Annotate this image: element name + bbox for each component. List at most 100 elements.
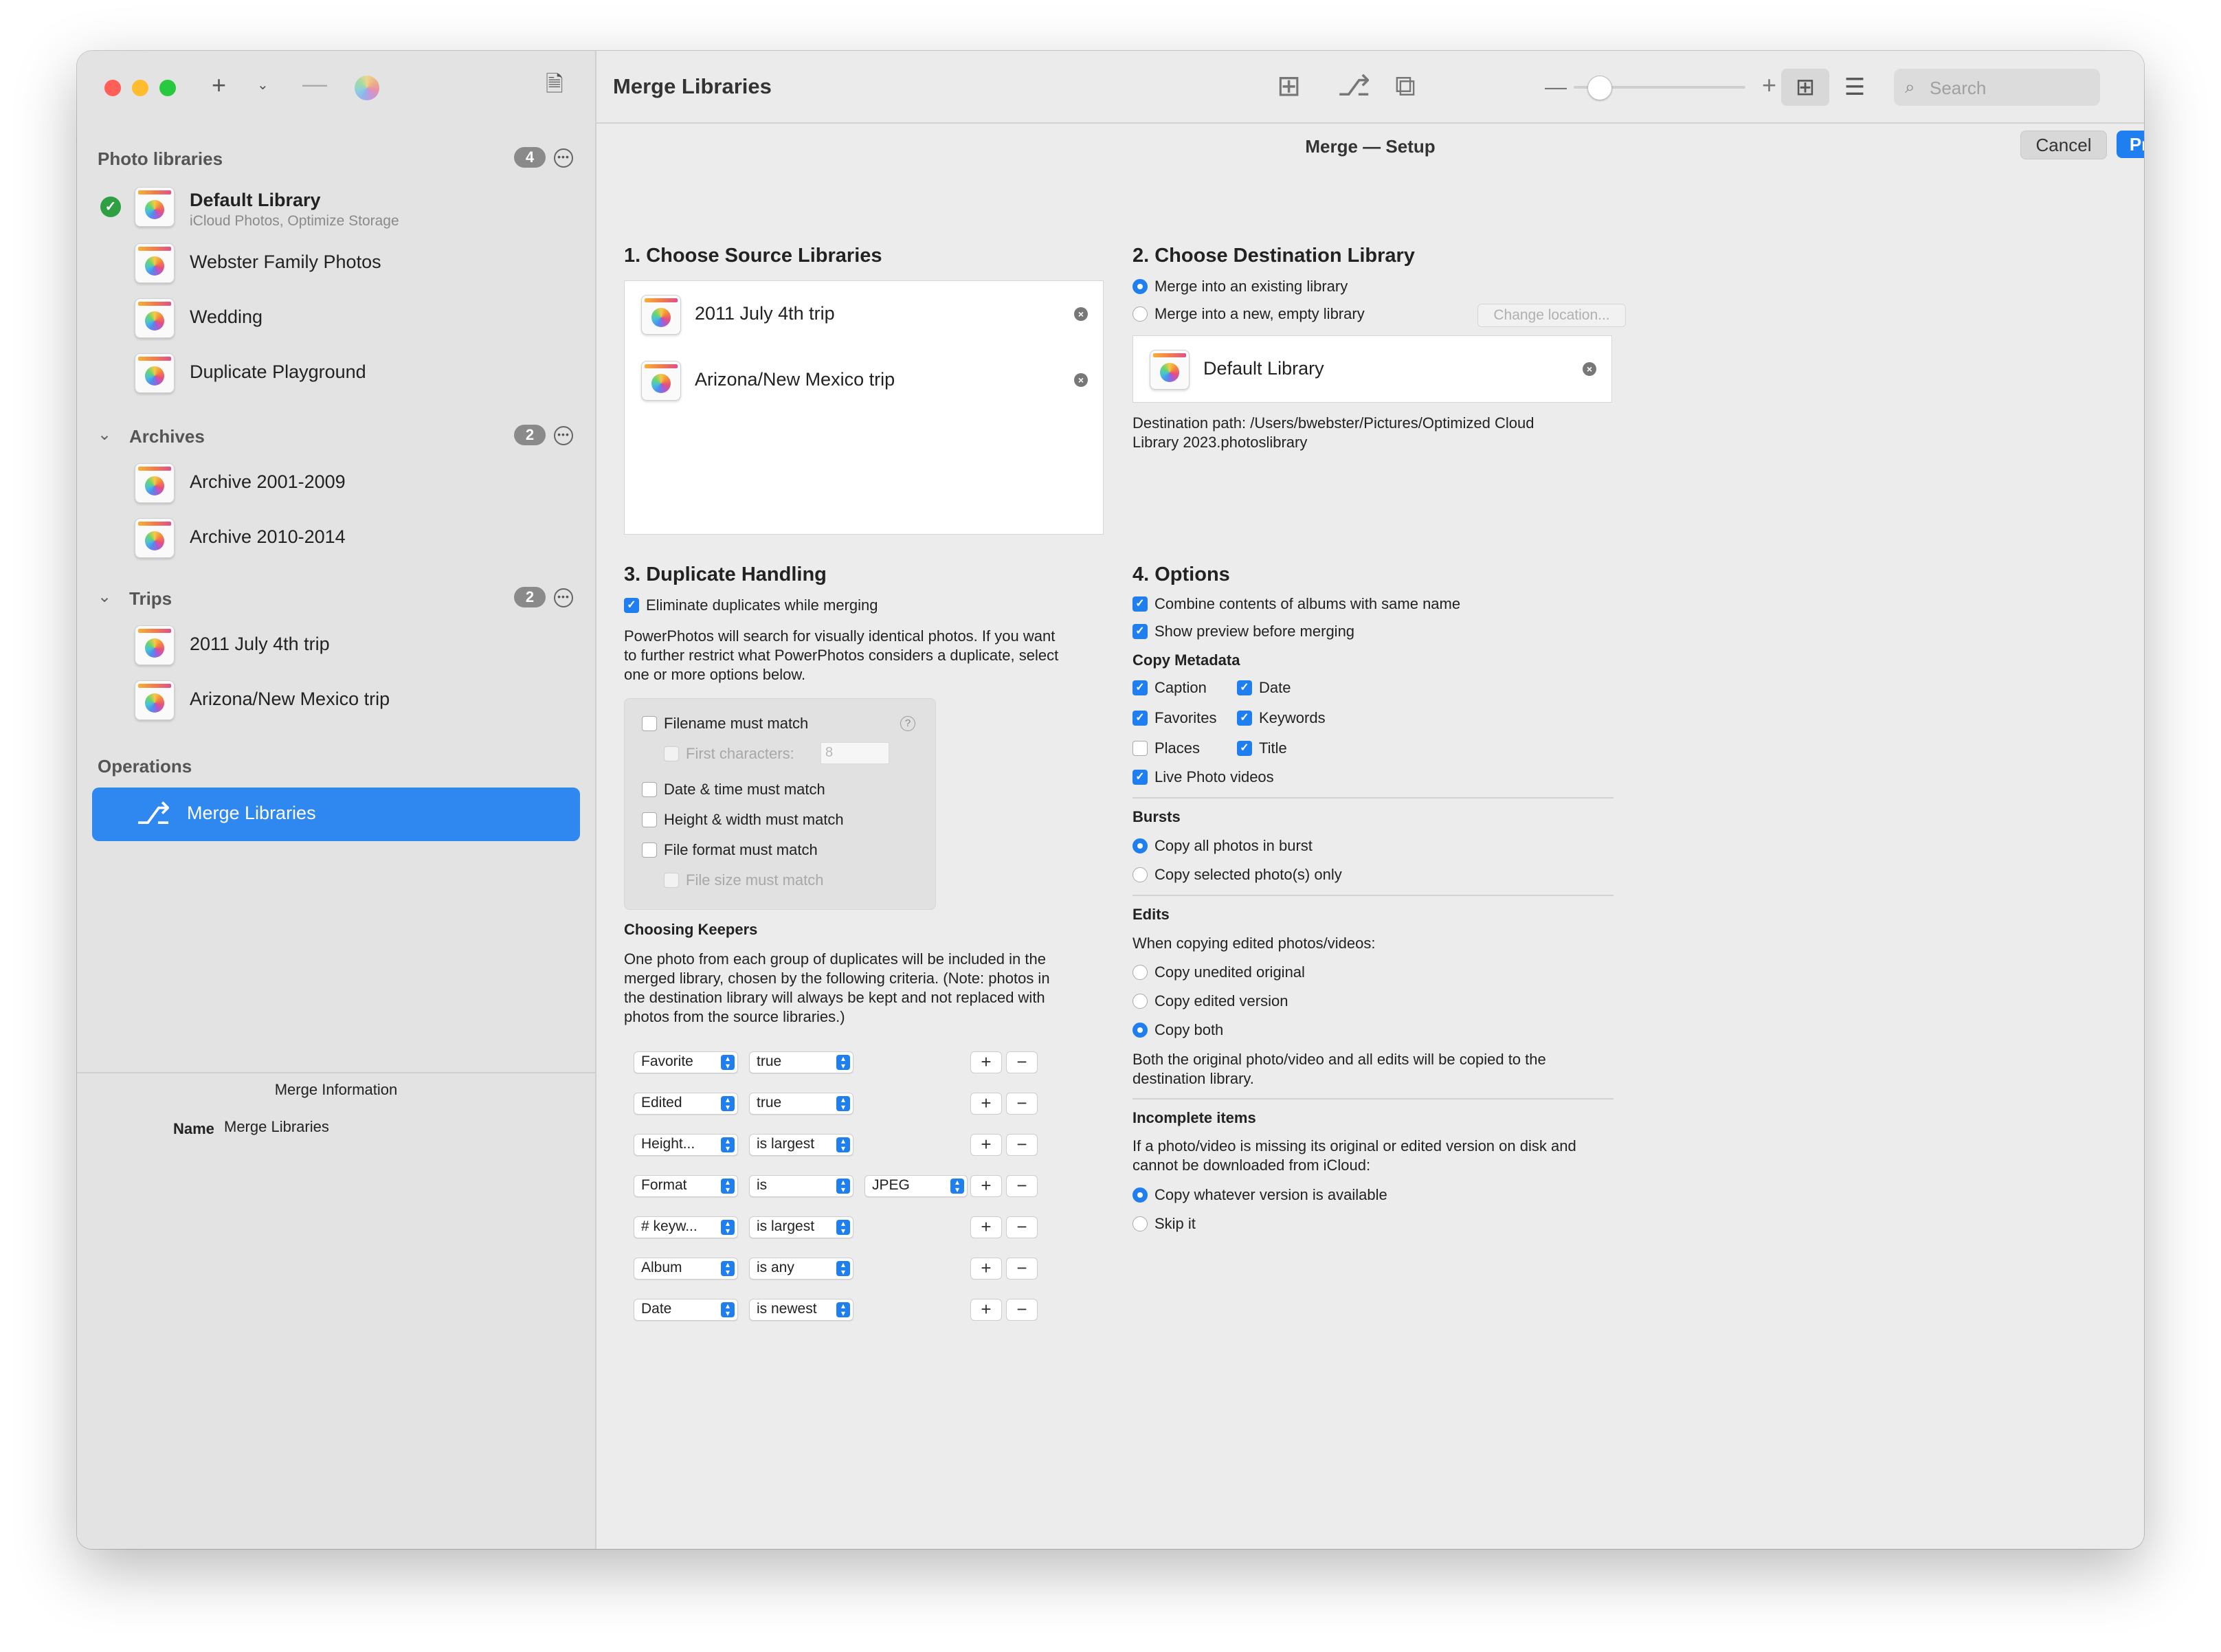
- burst-all-radio[interactable]: [1132, 838, 1148, 853]
- sidebar-item-default-library[interactable]: Default Library iCloud Photos, Optimize …: [135, 183, 574, 231]
- places-label[interactable]: Places: [1154, 739, 1200, 757]
- height-width-match-checkbox[interactable]: [642, 812, 657, 827]
- remove-rule-button[interactable]: −: [1006, 1134, 1038, 1156]
- rule-op-popup[interactable]: is largest ▴ ▾: [749, 1216, 853, 1238]
- edits-edited-label[interactable]: Copy edited version: [1154, 992, 1288, 1010]
- burst-selected-radio[interactable]: [1132, 867, 1148, 882]
- rule-op-popup[interactable]: is ▴ ▾: [749, 1175, 853, 1197]
- rule-op-popup[interactable]: is largest ▴ ▾: [749, 1134, 853, 1156]
- add-rule-button[interactable]: +: [970, 1051, 1002, 1073]
- sidebar-item-merge-libraries[interactable]: ⎇ Merge Libraries: [92, 788, 580, 841]
- add-icon[interactable]: +: [212, 73, 226, 98]
- rule-field-popup[interactable]: Edited ▴ ▾: [634, 1093, 738, 1115]
- places-checkbox[interactable]: [1132, 741, 1148, 756]
- rule-field-popup[interactable]: Album ▴ ▾: [634, 1258, 738, 1280]
- merge-existing-radio[interactable]: [1132, 279, 1148, 294]
- remove-rule-button[interactable]: −: [1006, 1216, 1038, 1238]
- merge-tool-icon[interactable]: ⎇: [1337, 71, 1370, 100]
- add-rule-button[interactable]: +: [970, 1175, 1002, 1197]
- rule-field-popup[interactable]: Favorite ▴ ▾: [634, 1051, 738, 1073]
- minimize-window-button[interactable]: [132, 80, 148, 96]
- slideshow-icon[interactable]: ⧉: [1395, 71, 1416, 100]
- burst-selected-label[interactable]: Copy selected photo(s) only: [1154, 866, 1342, 884]
- eliminate-duplicates-label[interactable]: Eliminate duplicates while merging: [646, 596, 878, 614]
- edits-unedited-radio[interactable]: [1132, 965, 1148, 980]
- keywords-checkbox[interactable]: ✓: [1237, 711, 1252, 726]
- edits-both-radio[interactable]: [1132, 1023, 1148, 1038]
- first-characters-input[interactable]: 8: [821, 742, 889, 764]
- file-format-match-label[interactable]: File format must match: [664, 841, 818, 859]
- combine-albums-checkbox[interactable]: ✓: [1132, 596, 1148, 612]
- source-library-list[interactable]: 2011 July 4th trip × Arizona/New Mexico …: [624, 280, 1104, 535]
- merge-new-label[interactable]: Merge into a new, empty library: [1154, 305, 1365, 323]
- remove-rule-button[interactable]: −: [1006, 1093, 1038, 1115]
- datetime-match-checkbox[interactable]: [642, 782, 657, 797]
- incomplete-copy-radio[interactable]: [1132, 1187, 1148, 1203]
- live-photo-checkbox[interactable]: ✓: [1132, 770, 1148, 785]
- datetime-match-label[interactable]: Date & time must match: [664, 781, 825, 799]
- source-item[interactable]: 2011 July 4th trip ×: [641, 291, 1095, 339]
- remove-rule-button[interactable]: −: [1006, 1299, 1038, 1321]
- title-checkbox[interactable]: ✓: [1237, 741, 1252, 756]
- zoom-out-icon[interactable]: —: [1545, 76, 1567, 98]
- date-label[interactable]: Date: [1259, 679, 1291, 697]
- search-field[interactable]: ⌕: [1894, 69, 2100, 106]
- date-checkbox[interactable]: ✓: [1237, 680, 1252, 695]
- incomplete-skip-label[interactable]: Skip it: [1154, 1215, 1196, 1233]
- grid-search-icon[interactable]: ⊞: [1277, 71, 1301, 100]
- remove-rule-button[interactable]: −: [1006, 1051, 1038, 1073]
- zoom-slider-knob[interactable]: [1587, 76, 1612, 100]
- first-characters-checkbox[interactable]: [664, 746, 679, 761]
- rule-field-popup[interactable]: Format ▴ ▾: [634, 1175, 738, 1197]
- list-view-icon[interactable]: ☰: [1831, 69, 1879, 106]
- trips-disclosure-icon[interactable]: ⌄: [98, 587, 111, 607]
- section-archives[interactable]: Archives: [129, 426, 205, 447]
- remove-icon[interactable]: —: [302, 71, 327, 96]
- rule-field-popup[interactable]: # keyw... ▴ ▾: [634, 1216, 738, 1238]
- merge-existing-label[interactable]: Merge into an existing library: [1154, 278, 1348, 295]
- filename-match-checkbox[interactable]: [642, 716, 657, 731]
- title-label[interactable]: Title: [1259, 739, 1287, 757]
- search-input[interactable]: [1928, 74, 2096, 102]
- favorites-checkbox[interactable]: ✓: [1132, 711, 1148, 726]
- burst-all-label[interactable]: Copy all photos in burst: [1154, 837, 1313, 855]
- photo-libraries-more-icon[interactable]: •••: [554, 148, 573, 168]
- merge-new-radio[interactable]: [1132, 306, 1148, 322]
- section-trips[interactable]: Trips: [129, 588, 172, 610]
- photos-app-icon[interactable]: [355, 76, 379, 100]
- incomplete-copy-label[interactable]: Copy whatever version is available: [1154, 1186, 1387, 1204]
- cancel-button[interactable]: Cancel: [2020, 131, 2107, 159]
- destination-library-box[interactable]: Default Library ×: [1132, 335, 1612, 403]
- source-item[interactable]: Arizona/New Mexico trip ×: [641, 357, 1095, 405]
- help-icon[interactable]: ?: [900, 716, 915, 731]
- add-rule-button[interactable]: +: [970, 1134, 1002, 1156]
- sidebar-item-2011-july-4th-trip[interactable]: 2011 July 4th trip: [135, 621, 574, 669]
- document-icon[interactable]: 🗎: [546, 73, 563, 95]
- archives-disclosure-icon[interactable]: ⌄: [98, 425, 111, 445]
- trips-more-icon[interactable]: •••: [554, 588, 573, 607]
- edits-edited-radio[interactable]: [1132, 994, 1148, 1009]
- rule-op-popup[interactable]: true ▴ ▾: [749, 1093, 853, 1115]
- live-photo-label[interactable]: Live Photo videos: [1154, 768, 1274, 786]
- zoom-window-button[interactable]: [159, 80, 176, 96]
- close-window-button[interactable]: [104, 80, 121, 96]
- combine-albums-label[interactable]: Combine contents of albums with same nam…: [1154, 595, 1460, 613]
- file-size-match-checkbox[interactable]: [664, 873, 679, 888]
- remove-rule-button[interactable]: −: [1006, 1258, 1038, 1280]
- chevron-down-icon[interactable]: ⌄: [257, 78, 269, 92]
- sidebar-item-duplicate-playground[interactable]: Duplicate Playground: [135, 349, 574, 397]
- archives-more-icon[interactable]: •••: [554, 426, 573, 445]
- grid-view-icon[interactable]: ⊞: [1781, 69, 1829, 106]
- show-preview-checkbox[interactable]: ✓: [1132, 624, 1148, 639]
- rule-op-popup[interactable]: is any ▴ ▾: [749, 1258, 853, 1280]
- sidebar-item-webster-family-photos[interactable]: Webster Family Photos: [135, 239, 574, 287]
- rule-field-popup[interactable]: Height... ▴ ▾: [634, 1134, 738, 1156]
- change-location-button[interactable]: Change location...: [1477, 304, 1626, 327]
- rule-op-popup[interactable]: is newest ▴ ▾: [749, 1299, 853, 1321]
- remove-source-icon[interactable]: ×: [1074, 373, 1088, 387]
- filename-match-label[interactable]: Filename must match: [664, 715, 808, 733]
- keywords-label[interactable]: Keywords: [1259, 709, 1326, 727]
- rule-value-popup[interactable]: JPEG ▴ ▾: [864, 1175, 968, 1197]
- edits-unedited-label[interactable]: Copy unedited original: [1154, 963, 1305, 981]
- sidebar-item-wedding[interactable]: Wedding: [135, 294, 574, 342]
